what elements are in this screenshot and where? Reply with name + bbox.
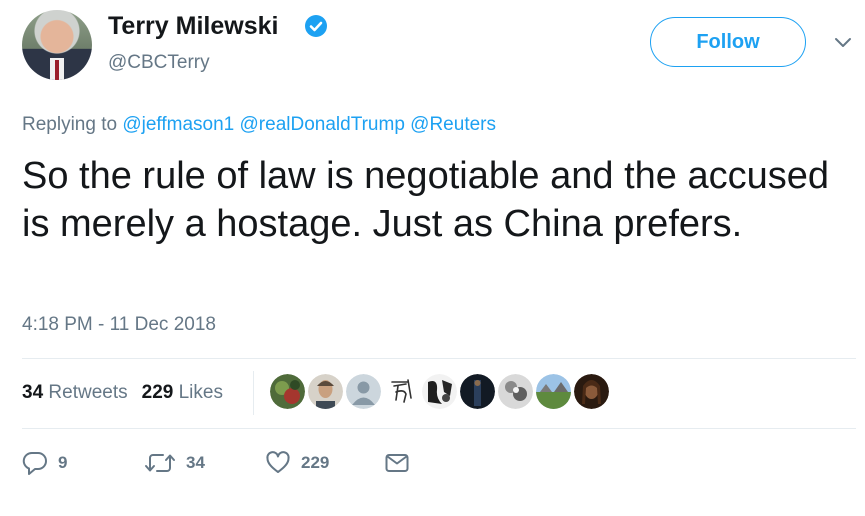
- liker-avatar[interactable]: [536, 374, 571, 409]
- likes-label: Likes: [178, 382, 223, 403]
- follow-button[interactable]: Follow: [650, 17, 806, 67]
- divider: [22, 358, 856, 359]
- like-button[interactable]: 229: [265, 449, 329, 477]
- reply-button[interactable]: 9: [22, 449, 67, 477]
- tweet-stats: 34 Retweets 229 Likes: [22, 382, 223, 404]
- liker-avatar[interactable]: [498, 374, 533, 409]
- direct-message-button[interactable]: [384, 449, 410, 477]
- liker-avatar[interactable]: [574, 374, 609, 409]
- reply-context-prefix: Replying to: [22, 114, 118, 135]
- reply-count: 9: [58, 453, 68, 472]
- liker-avatar[interactable]: [270, 374, 305, 409]
- mention-link[interactable]: @jeffmason1: [122, 114, 234, 135]
- liker-avatar[interactable]: [460, 374, 495, 409]
- verified-badge-icon: [305, 15, 327, 37]
- retweet-count: 34: [186, 453, 205, 472]
- envelope-icon: [385, 454, 409, 472]
- stats-separator: [253, 371, 254, 415]
- heart-icon: [266, 451, 290, 473]
- liker-avatar[interactable]: [384, 374, 419, 409]
- tweet-timestamp[interactable]: 4:18 PM - 11 Dec 2018: [22, 314, 216, 336]
- tweet-text: So the rule of law is negotiable and the…: [22, 155, 829, 245]
- reply-icon: [22, 451, 47, 475]
- liker-avatar[interactable]: [422, 374, 457, 409]
- liker-avatars: [270, 374, 609, 409]
- retweet-icon: [145, 454, 175, 472]
- retweets-stat[interactable]: 34 Retweets: [22, 382, 128, 403]
- mention-link[interactable]: @Reuters: [410, 114, 496, 135]
- like-count: 229: [301, 453, 330, 472]
- retweet-button[interactable]: 34: [144, 449, 205, 477]
- author-name[interactable]: Terry Milewski: [108, 12, 278, 41]
- author-handle[interactable]: @CBCTerry: [108, 52, 210, 74]
- retweets-label: Retweets: [48, 382, 128, 403]
- chevron-down-icon[interactable]: [834, 36, 852, 50]
- liker-avatar[interactable]: [346, 374, 381, 409]
- author-avatar[interactable]: [22, 10, 92, 80]
- divider: [22, 428, 856, 429]
- liker-avatar[interactable]: [308, 374, 343, 409]
- likes-stat[interactable]: 229 Likes: [142, 382, 223, 403]
- mention-link[interactable]: @realDonaldTrump: [240, 114, 405, 135]
- retweets-count: 34: [22, 382, 44, 403]
- likes-count: 229: [141, 382, 174, 403]
- reply-context: Replying to @jeffmason1 @realDonaldTrump…: [22, 114, 496, 136]
